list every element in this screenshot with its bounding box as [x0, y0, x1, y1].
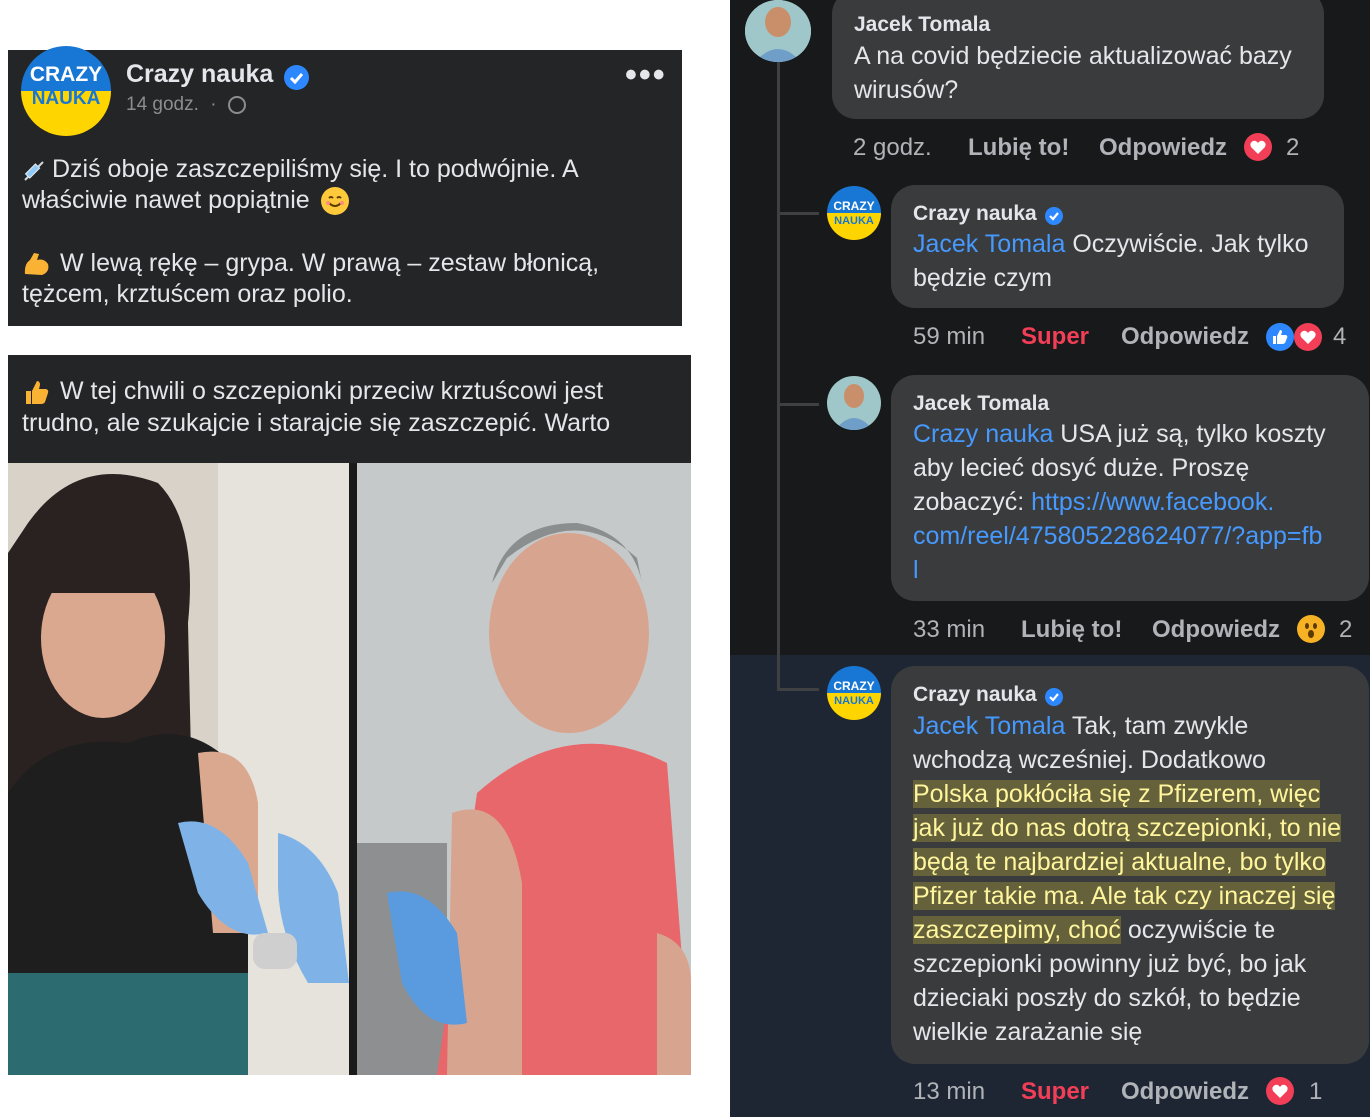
heart-reaction-icon[interactable]: [1294, 323, 1322, 351]
logo-text-bottom: NAUKA: [31, 88, 101, 109]
page-avatar-small[interactable]: CRAZY NAUKA: [827, 666, 881, 720]
like-button[interactable]: Lubię to!: [1021, 616, 1122, 644]
photo-man-vaccination[interactable]: [357, 463, 691, 1075]
like-reaction-icon[interactable]: [1266, 323, 1294, 351]
comment-time[interactable]: 2 godz.: [853, 134, 932, 162]
svg-text:CRAZY: CRAZY: [833, 199, 874, 213]
post-text-line2: właściwie nawet popiątnie: [22, 186, 310, 214]
page-avatar-small[interactable]: CRAZY NAUKA: [827, 186, 881, 240]
reel-link-part2[interactable]: com/reel/475805228624077/?app=fb: [913, 519, 1322, 553]
highlighted-text-line4: Pfizer takie ma. Ale tak czy inaczej się: [913, 882, 1336, 910]
reply-button[interactable]: Odpowiedz: [1152, 616, 1280, 644]
mention-link[interactable]: Jacek Tomala: [913, 230, 1065, 258]
heart-reaction-icon[interactable]: [1266, 1077, 1294, 1105]
thread-branch: [777, 403, 819, 406]
syringe-emoji: [22, 159, 44, 182]
comment-text-line2: aby lecieć dosyć duże. Proszę: [913, 454, 1250, 482]
post-text-line1: Dziś oboje zaszczepiliśmy się. I to podw…: [52, 155, 579, 183]
comment-bubble: Crazy nauka Jacek Tomala Tak, tam zwykle…: [891, 666, 1369, 1064]
comment-time[interactable]: 33 min: [913, 616, 985, 644]
meta-separator: ·: [210, 94, 217, 115]
svg-text:NAUKA: NAUKA: [834, 215, 874, 227]
photo-divider: [349, 463, 357, 1075]
thread-line: [777, 62, 780, 690]
post-time[interactable]: 14 godz.: [126, 94, 199, 115]
commenter-avatar[interactable]: [827, 376, 881, 430]
comment-text-line3: zobaczyć:: [913, 488, 1032, 516]
highlighted-text-line2: jak już do nas dotrą szczepionki, to nie: [913, 814, 1342, 842]
comment-text-line1: USA już są, tylko koszty: [1053, 420, 1326, 448]
mention-link[interactable]: Jacek Tomala: [913, 712, 1065, 740]
heart-reaction-icon[interactable]: [1244, 133, 1272, 161]
comment-author[interactable]: Crazy nauka: [913, 202, 1037, 225]
globe-icon: [227, 95, 246, 114]
post-text-line4: tężcem, krztuścem oraz polio.: [22, 280, 353, 308]
thread-branch: [777, 688, 819, 691]
reel-link-part3[interactable]: l: [913, 553, 919, 587]
comment-bubble: Crazy nauka Jacek Tomala Oczywiście. Jak…: [891, 185, 1344, 308]
wow-reaction-icon[interactable]: [1297, 615, 1325, 643]
comment-text-line1: Tak, tam zwykle: [1065, 712, 1249, 740]
reply-button[interactable]: Odpowiedz: [1099, 134, 1227, 162]
comment-text-line2: będzie czym: [913, 264, 1052, 292]
thread-branch: [777, 212, 819, 215]
post-text-line3: W lewą rękę – grypa. W prawą – zestaw bł…: [60, 249, 600, 277]
reaction-count: 4: [1333, 323, 1347, 350]
post-author[interactable]: Crazy nauka: [126, 60, 273, 88]
page-avatar[interactable]: CRAZY NAUKA: [21, 46, 111, 136]
mention-link[interactable]: Crazy nauka: [913, 420, 1053, 448]
comment-text-line1: Oczywiście. Jak tylko: [1065, 230, 1309, 258]
comment-text-line4: szczepionki powinny już być, bo jak: [913, 950, 1307, 978]
comment-text-line6: wielkie zarażanie się: [913, 1018, 1143, 1046]
commenter-avatar[interactable]: [745, 0, 811, 62]
super-reaction-button[interactable]: Super: [1021, 1078, 1089, 1106]
svg-text:NAUKA: NAUKA: [834, 695, 874, 707]
thumbs-up-emoji: [22, 378, 50, 406]
comment-text-line1: A na covid będziecie aktualizować bazy: [854, 42, 1292, 70]
verified-badge-icon: [1045, 206, 1064, 225]
reply-button[interactable]: Odpowiedz: [1121, 323, 1249, 351]
comment-author[interactable]: Jacek Tomala: [854, 13, 990, 37]
image-post-line2: trudno, ale szukajcie i starajcie się za…: [22, 409, 611, 437]
comment-text-line2: wirusów?: [854, 76, 959, 104]
smile-emoji: [320, 187, 349, 216]
reply-button[interactable]: Odpowiedz: [1121, 1078, 1249, 1106]
reel-link-part1[interactable]: https://www.facebook.: [1031, 488, 1274, 516]
comment-author[interactable]: Jacek Tomala: [913, 392, 1049, 416]
highlighted-text-line3: będą te najbardziej aktualne, bo tylko: [913, 848, 1326, 876]
flexed-biceps-emoji: [22, 250, 52, 278]
super-reaction-button[interactable]: Super: [1021, 323, 1089, 351]
comment-author[interactable]: Crazy nauka: [913, 683, 1037, 706]
reaction-count: 2: [1286, 134, 1300, 161]
photo-woman-vaccination[interactable]: [8, 463, 349, 1075]
logo-text-top: CRAZY: [29, 63, 103, 86]
highlighted-text-line5: zaszczepimy, choć: [913, 916, 1121, 944]
reaction-count: 1: [1309, 1078, 1323, 1105]
comment-text-line5: dzieciaki poszły do szkół, to będzie: [913, 984, 1301, 1012]
more-icon[interactable]: •••: [625, 56, 667, 95]
comment-bubble: Jacek Tomala A na covid będziecie aktual…: [832, 0, 1324, 119]
highlighted-text-line1: Polska pokłóciła się z Pfizerem, więc: [913, 780, 1321, 808]
comment-time[interactable]: 13 min: [913, 1078, 985, 1106]
verified-badge-icon: [1045, 687, 1064, 706]
comment-bubble: Jacek Tomala Crazy nauka USA już są, tyl…: [891, 375, 1369, 601]
comment-text-line3: oczywiście te: [1120, 916, 1276, 944]
svg-text:CRAZY: CRAZY: [833, 679, 874, 693]
comment-text-line2: wchodzą wcześniej. Dodatkowo: [913, 746, 1266, 774]
post-card: CRAZY NAUKA Crazy nauka 14 godz. · ••• D…: [8, 46, 682, 326]
comment-time[interactable]: 59 min: [913, 323, 985, 351]
image-post-line1: W tej chwili o szczepionki przeciw krztu…: [60, 377, 604, 405]
verified-badge-icon: [283, 65, 309, 91]
like-button[interactable]: Lubię to!: [968, 134, 1069, 162]
reaction-count: 2: [1339, 616, 1353, 643]
